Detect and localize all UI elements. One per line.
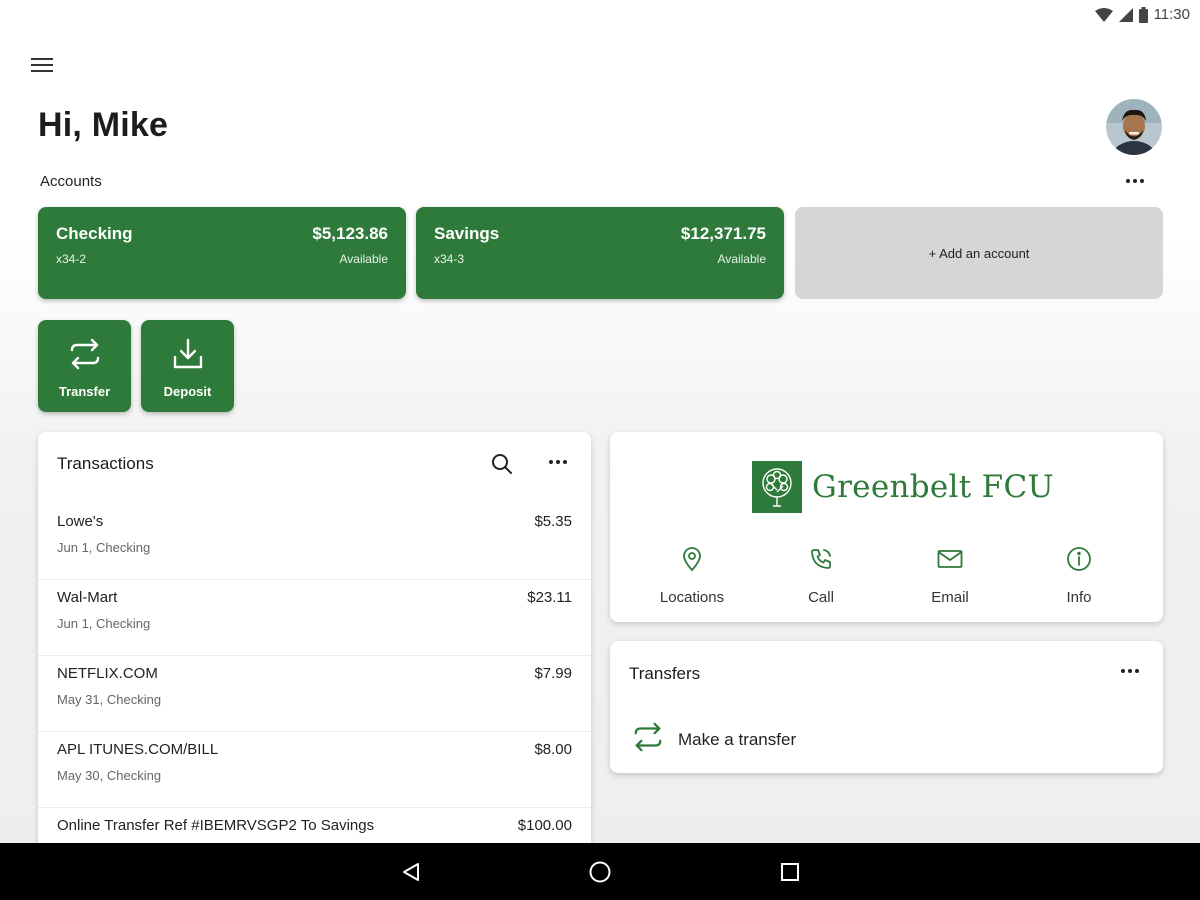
- institution-name: Greenbelt FCU: [812, 469, 1054, 505]
- transfer-icon: [38, 337, 131, 371]
- greeting-title: Hi, Mike: [38, 106, 169, 144]
- info-label: Info: [1066, 589, 1092, 606]
- deposit-label: Deposit: [163, 384, 212, 399]
- email-label: Email: [931, 589, 969, 606]
- transactions-list: Lowe's Jun 1, Checking $5.35 Wal-Mart Ju…: [38, 504, 591, 872]
- back-icon[interactable]: [395, 856, 427, 888]
- account-name: Savings: [434, 224, 500, 243]
- institution-logo: Greenbelt FCU: [752, 461, 1054, 513]
- transfer-button[interactable]: Transfer: [38, 320, 131, 412]
- account-balance-label: Available: [339, 252, 388, 266]
- info-link[interactable]: Info: [1014, 544, 1144, 606]
- transaction-name: Online Transfer Ref #IBEMRVSGP2 To Savin…: [57, 817, 375, 834]
- locations-link[interactable]: Locations: [627, 544, 757, 606]
- transaction-amount: $100.00: [517, 817, 572, 834]
- account-balance: $5,123.86: [312, 224, 388, 243]
- transactions-more-icon[interactable]: [543, 452, 573, 472]
- call-link[interactable]: Call: [756, 544, 886, 606]
- add-account-button[interactable]: + Add an account: [795, 207, 1163, 299]
- make-transfer-link[interactable]: Make a transfer: [632, 721, 796, 758]
- institution-panel: Greenbelt FCU Locations Call Email Info: [610, 432, 1163, 622]
- account-number: x34-2: [56, 252, 87, 266]
- status-icons: 11:30: [1094, 6, 1190, 23]
- transfers-panel: Transfers Make a transfer: [610, 641, 1163, 773]
- transaction-amount: $8.00: [534, 741, 572, 758]
- home-icon[interactable]: [584, 856, 616, 888]
- accounts-more-icon[interactable]: [1120, 171, 1150, 191]
- wifi-icon: [1094, 7, 1113, 22]
- transaction-amount: $7.99: [534, 665, 572, 682]
- hamburger-menu-icon[interactable]: [28, 52, 56, 78]
- deposit-icon: [141, 337, 234, 371]
- call-label: Call: [808, 589, 834, 606]
- accounts-label: Accounts: [40, 173, 102, 190]
- transaction-row[interactable]: NETFLIX.COM May 31, Checking $7.99: [38, 656, 591, 732]
- transactions-title: Transactions: [57, 454, 154, 473]
- transfer-icon: [632, 721, 664, 758]
- transaction-name: NETFLIX.COM: [57, 665, 158, 682]
- transaction-row[interactable]: Lowe's Jun 1, Checking $5.35: [38, 504, 591, 580]
- transaction-name: Lowe's: [57, 513, 104, 530]
- transaction-name: Wal-Mart: [57, 589, 118, 606]
- transaction-name: APL ITUNES.COM/BILL: [57, 741, 219, 758]
- add-account-label: + Add an account: [928, 245, 1030, 261]
- info-icon: [1014, 544, 1144, 574]
- transaction-amount: $5.35: [534, 513, 572, 530]
- transaction-detail: Jun 1, Checking: [57, 540, 151, 555]
- search-icon[interactable]: [489, 451, 515, 477]
- account-card-savings[interactable]: Savings x34-3 $12,371.75 Available: [416, 207, 784, 299]
- battery-icon: [1138, 6, 1148, 23]
- transaction-detail: Jun 1, Checking: [57, 616, 151, 631]
- transfers-title: Transfers: [629, 664, 701, 683]
- email-link[interactable]: Email: [885, 544, 1015, 606]
- recents-icon[interactable]: [774, 856, 806, 888]
- status-bar: 11:30: [0, 0, 1200, 34]
- email-icon: [885, 544, 1015, 574]
- transfers-more-icon[interactable]: [1115, 661, 1145, 681]
- user-avatar[interactable]: [1106, 99, 1162, 155]
- location-pin-icon: [627, 544, 757, 574]
- tree-logo-icon: [752, 461, 802, 513]
- transaction-detail: May 31, Checking: [57, 692, 162, 707]
- transaction-row[interactable]: Wal-Mart Jun 1, Checking $23.11: [38, 580, 591, 656]
- transaction-row[interactable]: APL ITUNES.COM/BILL May 30, Checking $8.…: [38, 732, 591, 808]
- deposit-button[interactable]: Deposit: [141, 320, 234, 412]
- account-balance: $12,371.75: [680, 224, 766, 243]
- make-transfer-label: Make a transfer: [678, 729, 797, 749]
- account-card-checking[interactable]: Checking x34-2 $5,123.86 Available: [38, 207, 406, 299]
- locations-label: Locations: [659, 589, 725, 606]
- account-name: Checking: [56, 224, 133, 243]
- transaction-detail: May 30, Checking: [57, 768, 162, 783]
- signal-icon: [1118, 7, 1133, 22]
- transactions-panel: Transactions Lowe's Jun 1, Checking $5.3…: [38, 432, 591, 872]
- account-number: x34-3: [434, 252, 465, 266]
- status-time: 11:30: [1153, 6, 1190, 23]
- transfer-label: Transfer: [58, 384, 111, 399]
- system-nav-bar: [0, 843, 1200, 900]
- transaction-amount: $23.11: [527, 589, 572, 606]
- account-balance-label: Available: [717, 252, 766, 266]
- phone-icon: [756, 544, 886, 574]
